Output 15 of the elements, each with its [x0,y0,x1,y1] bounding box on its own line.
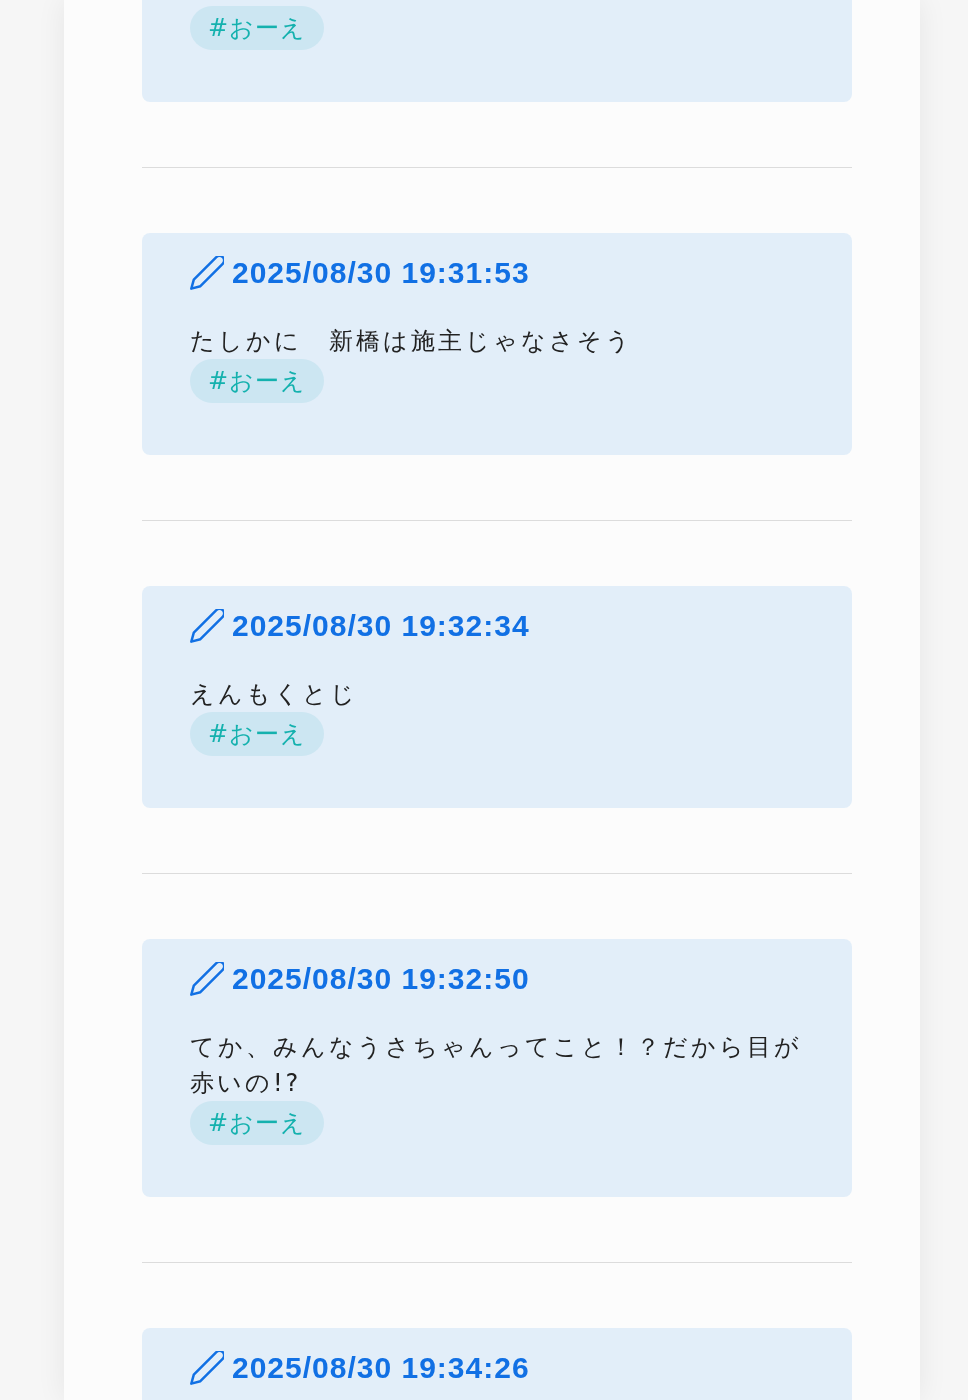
post-text: えんもくとじ [190,679,358,710]
timestamp-link[interactable]: 2025/08/30 19:32:50 [232,959,530,999]
hashtag-link[interactable]: #おーえ [190,1101,325,1145]
pencil-icon [190,1351,224,1385]
pencil-icon [190,256,224,290]
pencil-icon [190,962,224,996]
post-text: てか、みんなうさちゃんってこと！？だから目が赤いの!? [190,1032,803,1099]
timestamp-link[interactable]: 2025/08/30 19:31:53 [232,253,530,293]
timestamp-link[interactable]: 2025/08/30 19:34:26 [232,1348,530,1388]
timestamp-link[interactable]: 2025/08/30 19:32:34 [232,606,530,646]
hashtag-link[interactable]: #おーえ [190,6,325,50]
hashtag-link[interactable]: #おーえ [190,712,325,756]
hashtag-link[interactable]: #おーえ [190,359,325,403]
post-text: たしかに 新橋は施主じゃなさそう [190,326,633,357]
pencil-icon [190,609,224,643]
